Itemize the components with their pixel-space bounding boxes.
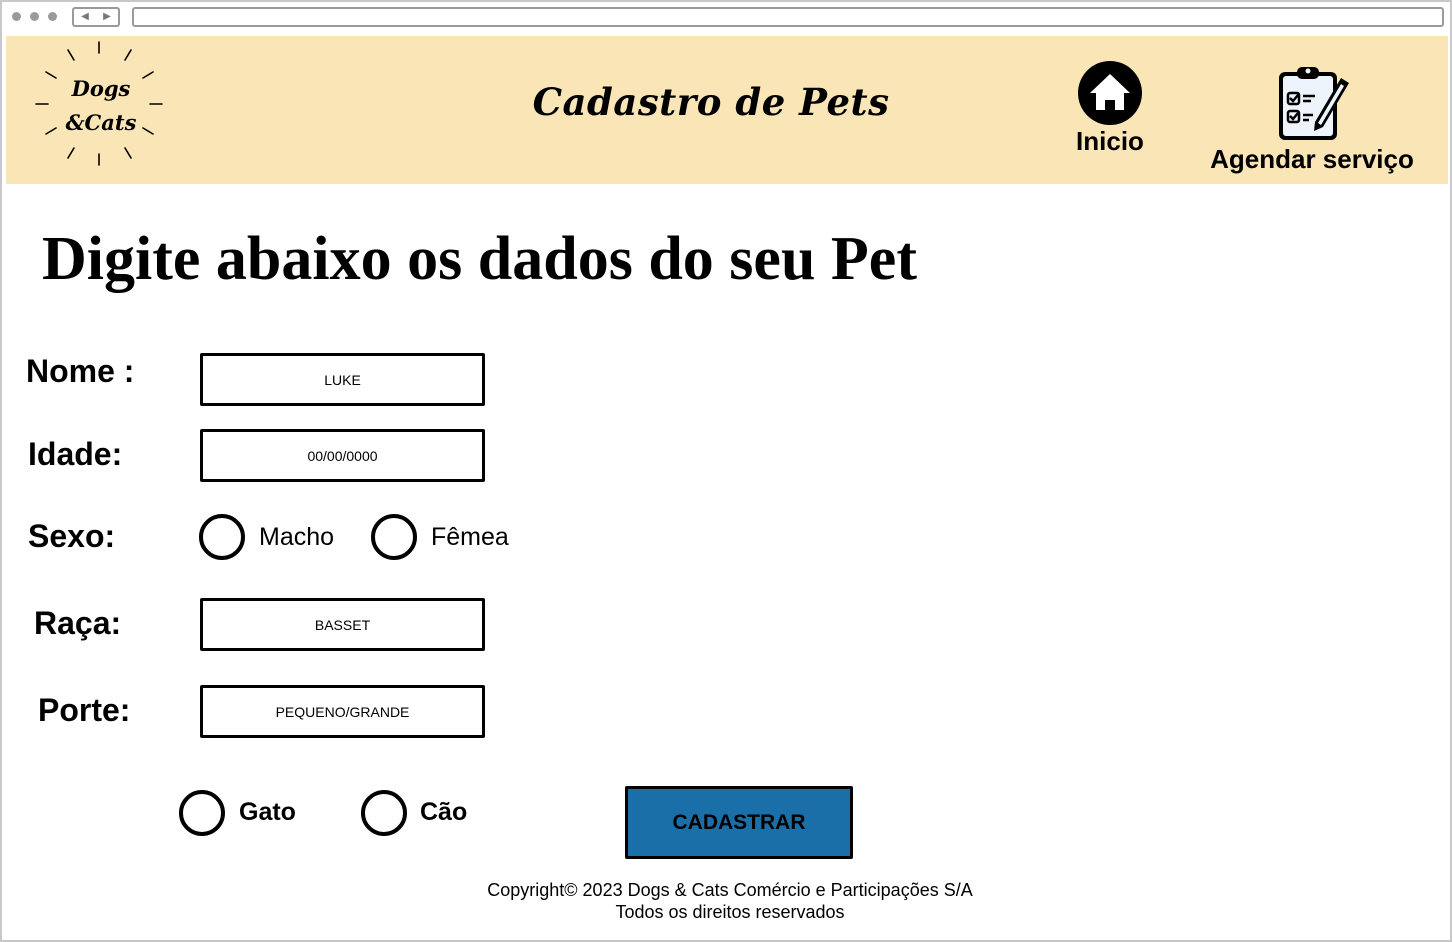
site-header: Dogs &Cats Cadastro de Pets Inicio Agend… (6, 36, 1448, 184)
logo-line-1: Dogs (71, 76, 131, 101)
raca-label: Raça: (34, 605, 122, 641)
nav-inicio-label: Inicio (1076, 126, 1144, 156)
window-maximize-dot[interactable] (48, 12, 57, 21)
site-title: Cadastro de Pets (532, 80, 890, 124)
clipboard-checklist-icon (1279, 67, 1349, 140)
browser-chrome: ◀ ▶ (2, 2, 1450, 34)
home-icon (1078, 61, 1142, 125)
footer: Copyright© 2023 Dogs & Cats Comércio e P… (430, 879, 1030, 923)
radio-femea-label: Fêmea (431, 523, 509, 551)
radio-macho-label: Macho (259, 523, 335, 551)
nav-agendar-label: Agendar serviço (1210, 144, 1414, 174)
address-bar[interactable] (132, 7, 1444, 27)
window-close-dot[interactable] (12, 12, 21, 21)
idade-label: Idade: (28, 436, 123, 472)
page-heading: Digite abaixo os dados do seu Pet (42, 225, 917, 293)
radio-femea[interactable] (371, 514, 417, 560)
rights-text: Todos os direitos reservados (615, 902, 845, 922)
porte-input[interactable] (200, 685, 485, 738)
raca-input[interactable] (200, 598, 485, 651)
radio-cao[interactable] (361, 790, 407, 836)
nav-inicio[interactable]: Inicio (1060, 60, 1160, 157)
nav-agendar-servico[interactable]: Agendar serviço (1194, 64, 1430, 175)
porte-label: Porte: (38, 692, 131, 728)
browser-nav-buttons: ◀ ▶ (72, 7, 120, 27)
browser-window: ◀ ▶ Dogs &Cats Cadastro de Pets Inicio A… (0, 0, 1452, 942)
logo-line-2: &Cats (65, 110, 137, 135)
radio-gato-label: Gato (239, 798, 296, 826)
nome-label: Nome : (26, 353, 135, 389)
back-arrow-icon[interactable]: ◀ (74, 9, 96, 25)
sexo-label: Sexo: (28, 518, 116, 554)
idade-input[interactable] (200, 429, 485, 482)
radio-gato[interactable] (179, 790, 225, 836)
radio-cao-label: Cão (420, 798, 468, 826)
radio-macho[interactable] (199, 514, 245, 560)
dogs-cats-logo[interactable]: Dogs &Cats (34, 36, 164, 170)
nome-input[interactable] (200, 353, 485, 406)
logo-text: Dogs &Cats (56, 72, 146, 140)
cadastrar-button[interactable]: CADASTRAR (625, 786, 853, 859)
window-minimize-dot[interactable] (30, 12, 39, 21)
copyright-text: Copyright© 2023 Dogs & Cats Comércio e P… (487, 880, 973, 900)
forward-arrow-icon[interactable]: ▶ (96, 9, 118, 25)
